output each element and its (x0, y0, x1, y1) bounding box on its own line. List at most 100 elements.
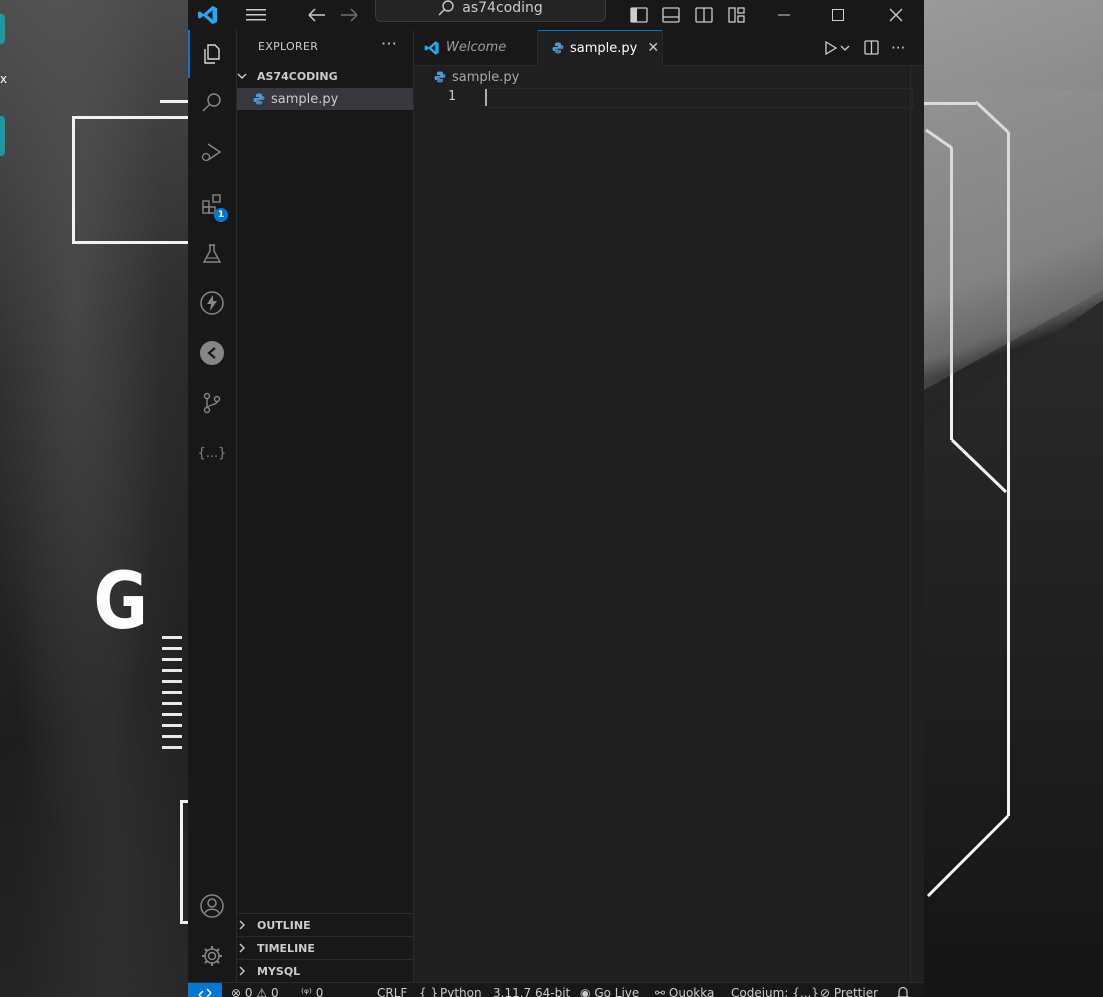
ports-count: 0 (315, 986, 324, 997)
source-control-icon[interactable] (188, 379, 236, 427)
tab-label: sample.py (570, 40, 638, 56)
warning-count: 0 (270, 986, 279, 997)
language-mode[interactable]: Python (440, 986, 482, 997)
split-editor-icon[interactable] (864, 40, 879, 55)
json-braces-icon[interactable]: {...} (188, 429, 236, 477)
eol-indicator[interactable]: CRLF (377, 986, 407, 997)
warning-icon: ⚠ (256, 986, 268, 997)
desktop-edge-icon[interactable] (0, 14, 5, 44)
forward-arrow-icon[interactable] (336, 0, 362, 30)
tab-sample-py[interactable]: sample.py ✕ (538, 30, 663, 66)
code-editor-line[interactable] (485, 88, 913, 108)
breadcrumb[interactable]: sample.py (434, 68, 519, 86)
wallpaper-logo-letter: G (93, 557, 148, 647)
notifications-bell-icon[interactable] (897, 986, 909, 997)
run-and-debug-icon[interactable] (188, 128, 236, 176)
timeline-label: TIMELINE (257, 941, 315, 955)
remote-indicator-icon[interactable] (188, 983, 222, 997)
toggle-primary-sidebar-icon[interactable] (628, 0, 650, 30)
editor-scrollbar[interactable] (910, 66, 924, 982)
run-python-file-icon[interactable] (824, 40, 838, 55)
vscode-logo-icon (188, 0, 228, 30)
wallpaper-stripes (162, 636, 182, 757)
activity-bar: 1 {...} (188, 30, 237, 982)
testing-flask-icon[interactable] (188, 230, 236, 278)
go-live-label: Go Live (594, 986, 640, 997)
sidebar-header: EXPLORER ··· (237, 30, 413, 64)
tab-welcome[interactable]: Welcome (414, 30, 538, 65)
command-center-label: as74coding (462, 0, 543, 16)
outline-label: OUTLINE (257, 918, 311, 932)
accounts-icon[interactable] (188, 882, 236, 930)
chevron-down-icon (237, 71, 257, 81)
chevron-down-icon[interactable] (840, 43, 850, 53)
chevron-right-icon (237, 966, 257, 976)
maximize-window-icon[interactable] (824, 0, 852, 30)
codeium-status[interactable]: Codeium: {...} (731, 986, 819, 997)
error-icon: ⊗ (231, 986, 242, 997)
mysql-section-header[interactable]: MYSQL (237, 959, 413, 982)
sidebar-more-actions-button[interactable]: ··· (381, 34, 397, 53)
back-arrow-icon[interactable] (304, 0, 330, 30)
explorer-sidebar: EXPLORER ··· AS74CODING sample.py OUTLIN… (237, 30, 414, 982)
mysql-label: MYSQL (257, 964, 301, 978)
remote-explorer-icon[interactable] (188, 329, 236, 377)
prettier-button[interactable]: ⊘ Prettier (820, 986, 878, 997)
quokka-button[interactable]: ⚯ Quokka (655, 986, 714, 997)
search-icon (438, 0, 454, 16)
customize-layout-icon[interactable] (726, 0, 748, 30)
timeline-section-header[interactable]: TIMELINE (237, 936, 413, 959)
editor-actions: ··· (824, 30, 905, 65)
file-tree-item[interactable]: sample.py (237, 88, 413, 110)
broadcast-icon: ⁽ᵠ⁾ (301, 986, 312, 997)
python-file-icon (552, 42, 564, 54)
folder-section-header[interactable]: AS74CODING (237, 65, 413, 87)
title-bar: as74coding (188, 0, 924, 31)
menu-hamburger-icon[interactable] (242, 0, 270, 30)
wallpaper-frame-line (72, 116, 191, 244)
editor-tab-bar: Welcome sample.py ✕ ··· (414, 30, 924, 66)
minimize-window-icon[interactable] (770, 0, 798, 30)
chevron-right-icon (237, 943, 257, 953)
wallpaper-grey-panel (924, 90, 1103, 390)
folder-name: AS74CODING (257, 69, 338, 83)
toggle-panel-icon[interactable] (660, 0, 682, 30)
desktop-edge-text: x (0, 72, 8, 86)
outline-section-header[interactable]: OUTLINE (237, 913, 413, 936)
manage-gear-icon[interactable] (188, 932, 236, 980)
ports-indicator[interactable]: ⁽ᵠ⁾ 0 (301, 986, 323, 997)
tab-label: Welcome (446, 40, 507, 55)
thunder-client-icon[interactable] (188, 279, 236, 327)
status-bar: ⊗ 0 ⚠ 0 ⁽ᵠ⁾ 0 CRLF { } Python 3.11.7 64-… (188, 982, 924, 997)
vscode-logo-icon (424, 40, 440, 56)
python-interpreter[interactable]: 3.11.7 64-bit (493, 986, 570, 997)
problems-indicator[interactable]: ⊗ 0 ⚠ 0 (231, 986, 279, 997)
broadcast-icon: ◉ (580, 986, 591, 997)
close-window-icon[interactable] (882, 0, 910, 30)
python-file-icon (253, 93, 265, 105)
vscode-window: as74coding 1 {...} EXPLORER ··· AS74CODI… (188, 0, 924, 997)
close-tab-icon[interactable]: ✕ (647, 40, 659, 56)
editor-more-actions-button[interactable]: ··· (891, 39, 905, 57)
text-cursor (485, 89, 487, 106)
search-icon[interactable] (188, 78, 236, 126)
explorer-icon[interactable] (188, 30, 236, 78)
extensions-badge: 1 (214, 208, 228, 222)
wallpaper-frame-line (160, 100, 188, 119)
desktop-edge-icon[interactable] (0, 116, 5, 156)
extensions-icon[interactable]: 1 (188, 180, 236, 228)
chevron-right-icon (237, 920, 257, 930)
command-center-search[interactable]: as74coding (375, 0, 606, 22)
breadcrumb-file: sample.py (452, 69, 520, 85)
error-count: 0 (244, 986, 253, 997)
prohibited-icon: ⊘ (820, 986, 831, 997)
toggle-secondary-sidebar-icon[interactable] (693, 0, 715, 30)
python-file-icon (434, 71, 446, 83)
go-live-button[interactable]: ◉ Go Live (580, 986, 639, 997)
file-name: sample.py (271, 91, 339, 107)
quokka-label: Quokka (668, 986, 715, 997)
editor-area: Welcome sample.py ✕ ··· sample.py 1 (414, 30, 924, 982)
sidebar-title: EXPLORER (258, 40, 319, 53)
link-icon: ⚯ (655, 986, 666, 997)
language-braces-icon: { } (419, 986, 439, 997)
